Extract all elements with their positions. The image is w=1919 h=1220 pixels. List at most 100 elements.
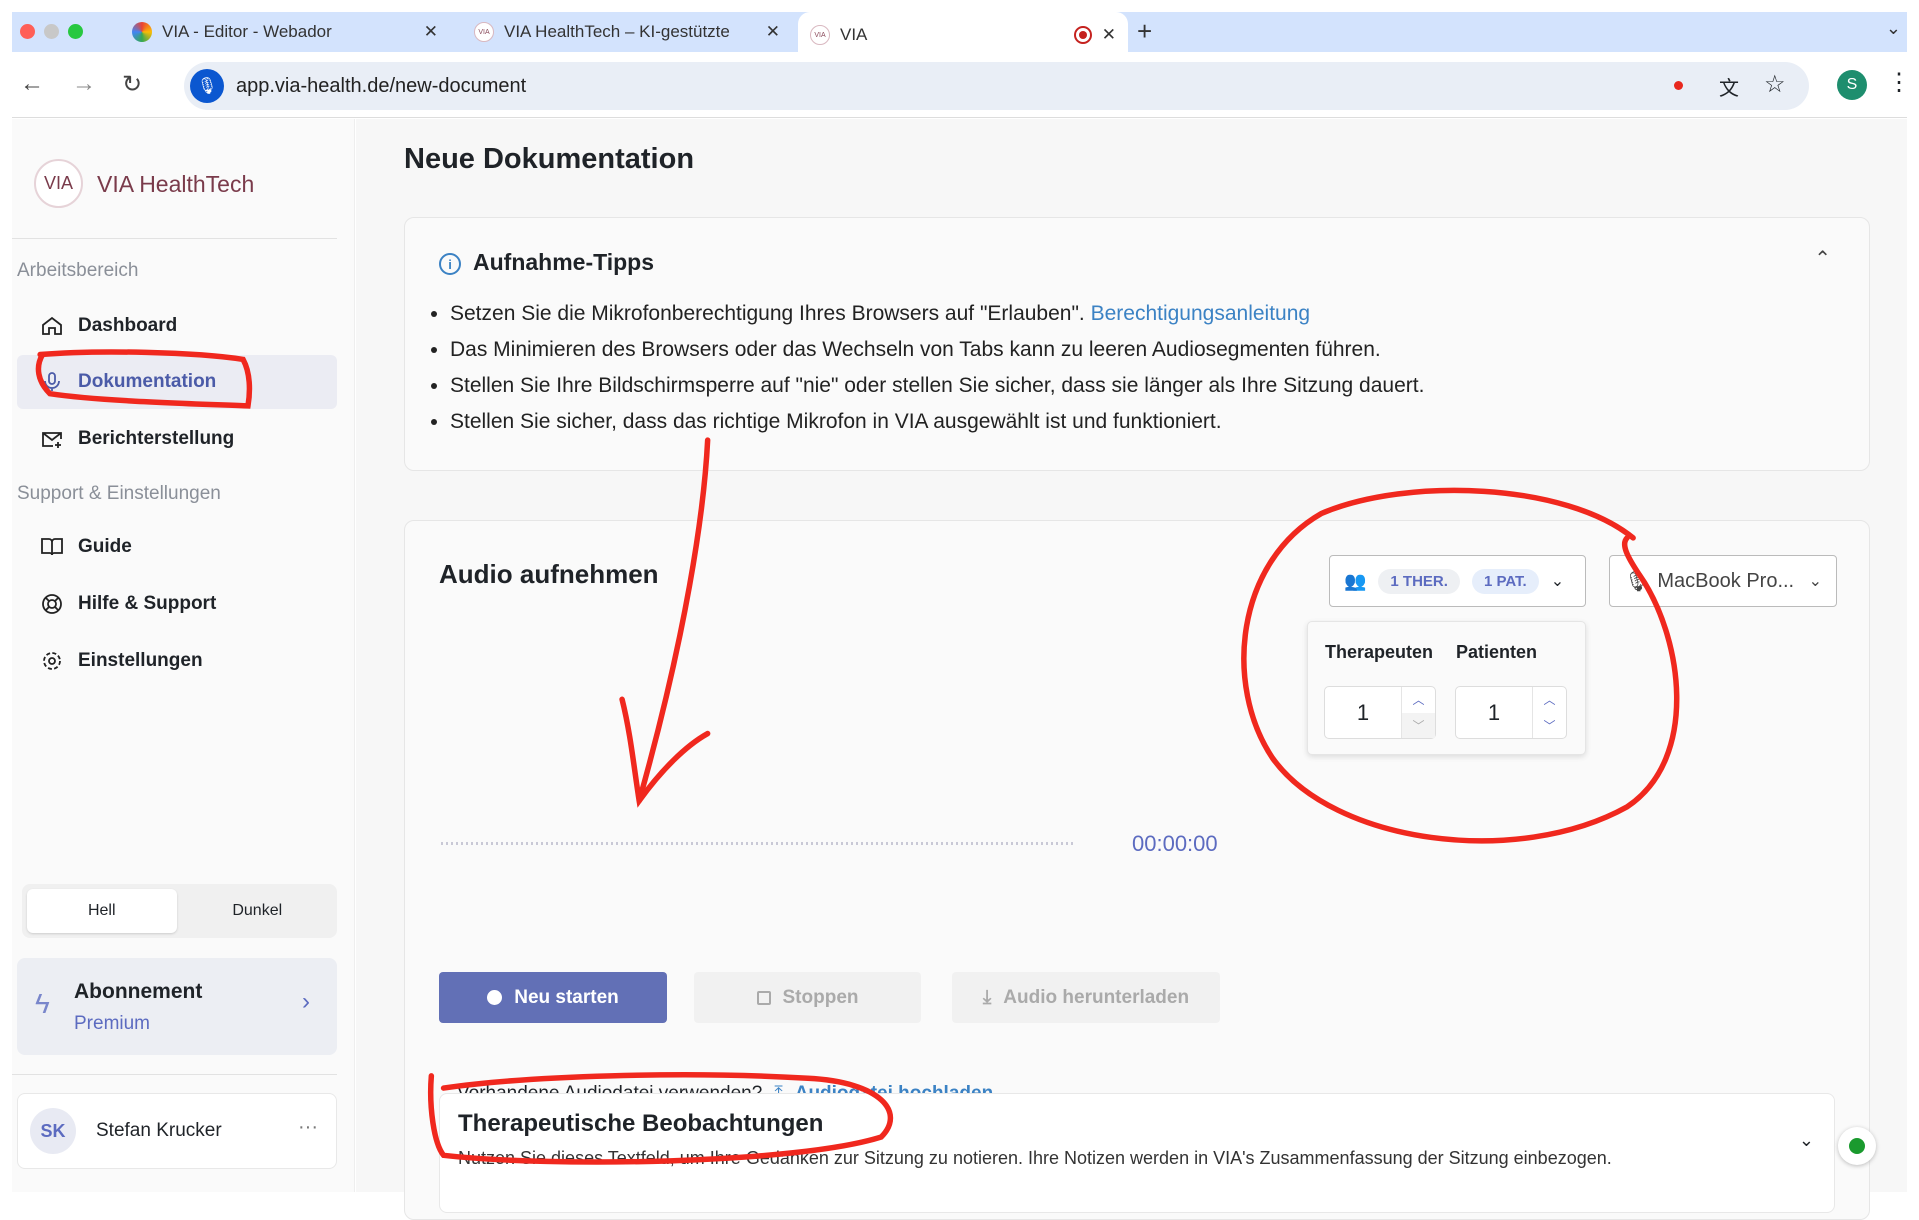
sidebar-item-einstellungen[interactable]: Einstellungen	[17, 634, 337, 688]
theme-light-button[interactable]: Hell	[27, 889, 177, 933]
theme-toggle: Hell Dunkel	[22, 884, 337, 938]
forward-button[interactable]: →	[72, 70, 96, 98]
via-favicon-icon: VIA	[474, 22, 494, 42]
audio-title: Audio aufnehmen	[439, 559, 659, 589]
tips-list: Setzen Sie die Mikrofonberechtigung Ihre…	[405, 296, 1424, 440]
info-icon: i	[439, 253, 461, 275]
section-workspace: Arbeitsbereich	[17, 260, 139, 281]
restart-button[interactable]: Neu starten	[439, 972, 667, 1023]
record-icon	[487, 990, 503, 1005]
online-dot-icon	[1849, 1138, 1865, 1154]
stop-icon	[756, 990, 771, 1005]
tip-item: Stellen Sie sicher, dass das richtige Mi…	[450, 404, 1424, 440]
decrement-icon[interactable]: ﹀	[1533, 713, 1566, 739]
microphone-icon: 🎙	[1624, 570, 1650, 593]
download-icon: ⤓	[982, 986, 992, 1008]
tab-bar: VIA - Editor - Webador ✕ VIA VIA HealthT…	[12, 12, 1907, 58]
address-bar-row: ← → ↻ 🎙 app.via-health.de/new-document 文…	[12, 52, 1911, 118]
close-tab-icon[interactable]: ✕	[1102, 25, 1116, 45]
sidebar: VIA VIA HealthTech Arbeitsbereich Dashbo…	[12, 119, 355, 1192]
tip-item: Stellen Sie Ihre Bildschirmsperre auf "n…	[450, 368, 1424, 404]
users-icon: 👥	[1344, 570, 1367, 591]
participants-select[interactable]: 👥 1 THER. 1 PAT. ⌄	[1329, 555, 1586, 607]
permission-guide-link[interactable]: Berechtigungsanleitung	[1091, 302, 1311, 325]
tips-card: i Aufnahme-Tipps ⌃ Setzen Sie die Mikrof…	[404, 217, 1870, 471]
recording-timer: 00:00:00	[1132, 831, 1218, 856]
status-indicator	[1838, 1127, 1876, 1165]
tip-item: Setzen Sie die Mikrofonberechtigung Ihre…	[450, 296, 1424, 332]
sidebar-item-guide[interactable]: Guide	[17, 520, 337, 574]
participants-popover: Therapeuten Patienten 1 ︿ ﹀ 1 ︿ ﹀	[1307, 621, 1586, 755]
bookmark-star-icon[interactable]: ☆	[1764, 70, 1786, 99]
chevron-down-icon: ⌄	[1808, 573, 1822, 590]
user-card[interactable]: SK Stefan Krucker ···	[17, 1093, 337, 1169]
book-icon	[41, 538, 63, 556]
via-favicon-icon: VIA	[810, 25, 830, 45]
chevron-down-icon[interactable]: ⌄	[1799, 1130, 1814, 1151]
back-button[interactable]: ←	[20, 70, 44, 98]
chevron-down-icon: ⌄	[1550, 573, 1565, 590]
patients-label: Patienten	[1456, 642, 1538, 662]
sidebar-item-dokumentation[interactable]: Dokumentation	[17, 355, 337, 409]
recording-dot-icon	[1674, 81, 1683, 90]
chevron-right-icon: ›	[302, 988, 310, 1015]
observations-card[interactable]: Therapeutische Beobachtungen Nutzen Sie …	[439, 1093, 1835, 1213]
browser-menu-icon[interactable]: ⋮	[1887, 68, 1911, 97]
decrement-icon[interactable]: ﹀	[1402, 712, 1435, 738]
close-tab-icon[interactable]: ✕	[766, 22, 780, 42]
close-window-button[interactable]	[20, 24, 35, 39]
recording-indicator-icon	[1073, 26, 1092, 44]
chrome-favicon-icon	[132, 22, 152, 42]
divider	[12, 1074, 337, 1075]
address-bar[interactable]: 🎙 app.via-health.de/new-document 文 ☆	[184, 62, 1809, 110]
main-content: Neue Dokumentation i Aufnahme-Tipps ⌃ Se…	[356, 119, 1907, 1220]
home-icon	[42, 316, 62, 335]
microphone-icon	[44, 372, 60, 391]
section-support: Support & Einstellungen	[17, 483, 221, 504]
therapists-chip: 1 THER.	[1378, 568, 1460, 594]
audio-waveform	[441, 842, 1075, 845]
avatar: SK	[30, 1108, 76, 1154]
user-name: Stefan Krucker	[96, 1120, 222, 1141]
tab-search-button[interactable]: ⌄	[1886, 18, 1901, 39]
tab-via-healthtech[interactable]: VIA VIA HealthTech – KI-gestützte ✕	[462, 12, 792, 52]
increment-icon[interactable]: ︿	[1402, 687, 1435, 713]
via-logo: VIA	[34, 159, 83, 208]
patients-chip: 1 PAT.	[1471, 568, 1539, 594]
download-audio-button[interactable]: ⤓ Audio herunterladen	[952, 972, 1220, 1023]
maximize-window-button[interactable]	[68, 24, 83, 39]
microphone-select[interactable]: 🎙 MacBook Pro... ⌄	[1609, 555, 1837, 607]
user-menu-button[interactable]: ···	[298, 1116, 318, 1139]
brand-name: VIA HealthTech	[97, 171, 255, 197]
sidebar-item-berichterstellung[interactable]: Berichterstellung	[17, 412, 337, 466]
tab-webador[interactable]: VIA - Editor - Webador ✕	[120, 12, 450, 52]
minimize-window-button[interactable]	[44, 24, 59, 39]
theme-dark-button[interactable]: Dunkel	[183, 889, 333, 933]
tip-item: Das Minimieren des Browsers oder das Wec…	[450, 332, 1424, 368]
lightning-icon: ϟ	[35, 988, 50, 1019]
observations-title: Therapeutische Beobachtungen	[458, 1110, 824, 1137]
divider	[12, 238, 337, 239]
observations-description: Nutzen Sie dieses Textfeld, um Ihre Geda…	[458, 1148, 1612, 1168]
stop-button[interactable]: Stoppen	[694, 972, 921, 1023]
therapists-label: Therapeuten	[1325, 642, 1434, 662]
tips-title: Aufnahme-Tipps	[473, 249, 655, 275]
subscription-plan: Premium	[74, 1013, 151, 1034]
new-tab-button[interactable]: +	[1137, 16, 1152, 47]
translate-icon[interactable]: 文	[1719, 72, 1739, 101]
mail-plus-icon	[42, 432, 62, 448]
subscription-card[interactable]: ϟ Abonnement Premium ›	[17, 958, 337, 1055]
profile-avatar[interactable]: S	[1837, 70, 1867, 100]
therapists-stepper[interactable]: 1 ︿ ﹀	[1324, 686, 1436, 739]
increment-icon[interactable]: ︿	[1533, 687, 1566, 713]
collapse-chevron-up-icon[interactable]: ⌃	[1814, 246, 1831, 271]
patients-stepper[interactable]: 1 ︿ ﹀	[1455, 686, 1567, 739]
microphone-icon: 🎙	[190, 69, 224, 103]
reload-button[interactable]: ↻	[122, 70, 142, 99]
sidebar-item-dashboard[interactable]: Dashboard	[17, 299, 337, 353]
close-tab-icon[interactable]: ✕	[424, 22, 438, 42]
page-title: Neue Dokumentation	[404, 143, 695, 175]
sidebar-item-hilfe-support[interactable]: Hilfe & Support	[17, 577, 337, 631]
subscription-title: Abonnement	[74, 980, 203, 1003]
gear-icon	[43, 652, 61, 670]
